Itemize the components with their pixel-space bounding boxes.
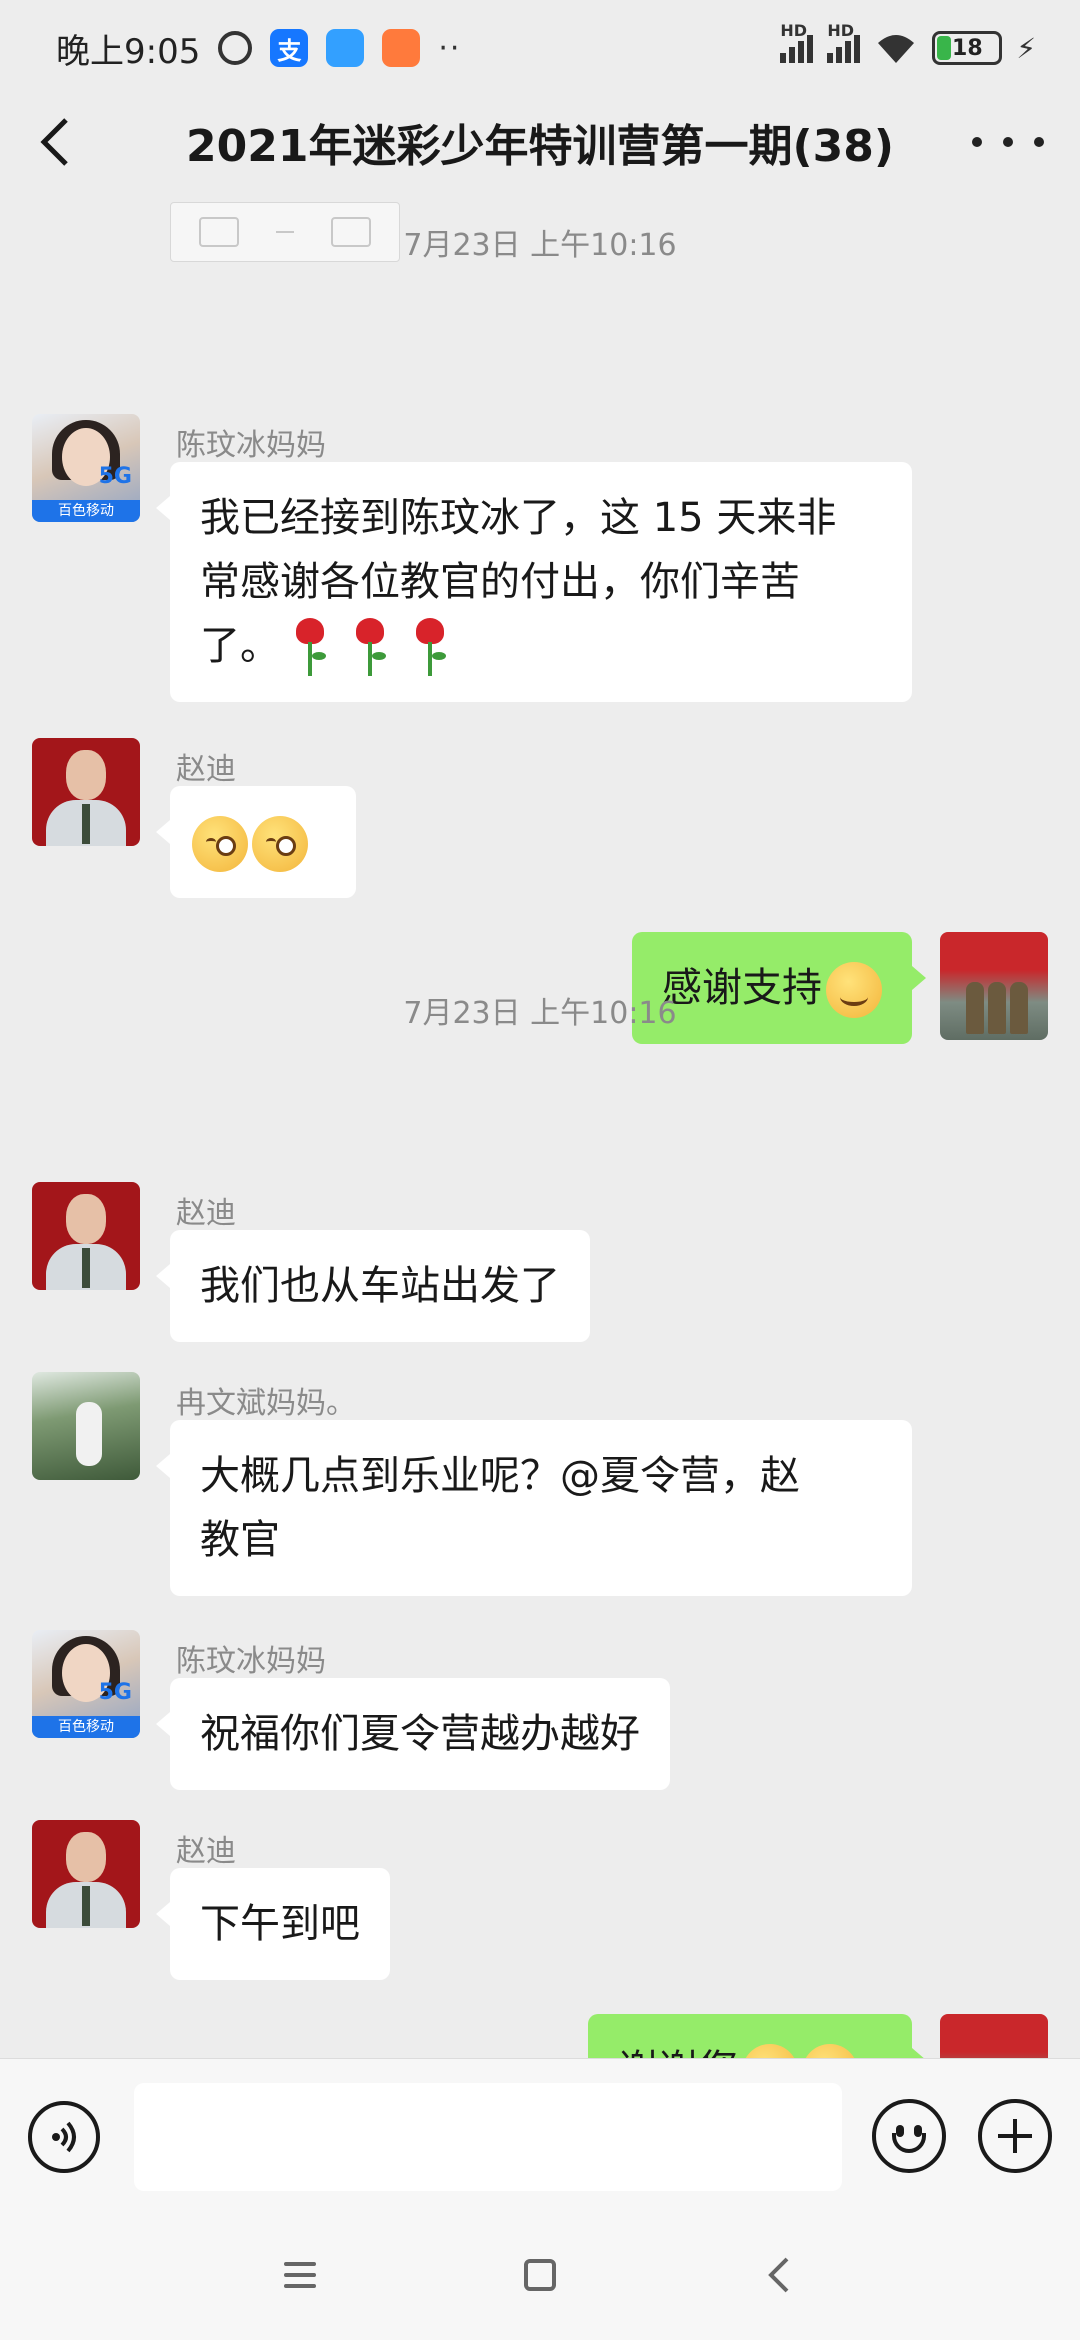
chat-header: 2021年迷彩少年特训营第一期(38) (0, 96, 1080, 188)
self-message-bubble[interactable]: 谢谢您 (588, 2014, 926, 2058)
message-bubble[interactable]: 大概几点到乐业呢？@夏令营，赵 教官 (156, 1420, 912, 1596)
message-input[interactable] (134, 2083, 842, 2191)
battery-level: 18 (952, 35, 983, 61)
alipay-icon: 支 (270, 29, 309, 67)
sender-name: 冉文斌妈妈。 (176, 1386, 356, 1421)
clock-icon (218, 31, 253, 65)
voice-icon[interactable] (28, 2101, 100, 2173)
taobao-icon (382, 29, 421, 67)
sender-name: 赵迪 (176, 1196, 236, 1231)
input-bar (0, 2058, 1080, 2210)
system-navigation-bar (0, 2210, 1080, 2340)
message-bubble[interactable]: 下午到吧 (156, 1868, 390, 1980)
menu-icon[interactable] (270, 2245, 330, 2305)
home-icon[interactable] (510, 2245, 570, 2305)
message-bubble[interactable]: 我已经接到陈玟冰了，这 15 天来非 常感谢各位教官的付出，你们辛苦 了。 (156, 462, 912, 702)
smile-emoji-icon (802, 2044, 858, 2058)
message-bubble[interactable] (156, 786, 356, 898)
snicker-emoji-icon (252, 816, 308, 872)
wifi-icon (874, 31, 918, 65)
rose-emoji-icon (410, 618, 450, 678)
message-bubble[interactable]: 我们也从车站出发了 (156, 1230, 590, 1342)
timestamp: 7月23日 上午10:16 (403, 228, 677, 263)
message-text: 谢谢您 (618, 2047, 738, 2058)
plus-icon[interactable] (978, 2099, 1052, 2173)
smile-emoji-icon (742, 2044, 798, 2058)
signal-hd-label: HD (780, 21, 807, 40)
message-text: 常感谢各位教官的付出，你们辛苦 (200, 559, 800, 605)
status-time: 晚上9:05 (56, 31, 201, 72)
app-icon (326, 29, 365, 67)
avatar-5g-label: 5G (98, 1680, 132, 1705)
timestamp: 7月23日 上午10:16 (403, 996, 677, 1031)
self-avatar[interactable] (940, 2014, 1048, 2058)
message-bubble[interactable]: 祝福你们夏令营越办越好 (156, 1678, 670, 1790)
rose-emoji-icon (290, 618, 330, 678)
charging-icon: ⚡ (1016, 31, 1036, 65)
snicker-emoji-icon (192, 816, 248, 872)
message-text: 祝福你们夏令营越办越好 (200, 1711, 640, 1757)
sender-name: 陈玟冰妈妈 (176, 1644, 326, 1679)
message-text: 大概几点到乐业呢？@夏令营，赵 (200, 1453, 800, 1499)
sender-name: 陈玟冰妈妈 (176, 428, 326, 463)
sender-name: 赵迪 (176, 1834, 236, 1869)
battery-icon: 18 (932, 31, 1003, 65)
avatar[interactable] (32, 1372, 140, 1480)
chat-message-list[interactable]: 7月23日 上午10:16 5G 百色移动 陈玟冰妈妈 我已经接到陈玟冰了，这 … (0, 188, 1080, 2058)
rose-emoji-icon (350, 618, 390, 678)
message-text: 我们也从车站出发了 (200, 1263, 560, 1309)
back-icon[interactable] (36, 116, 76, 168)
avatar[interactable]: 5G 百色移动 (32, 1630, 140, 1738)
message-text: 我已经接到陈玟冰了，这 15 天来非 (200, 495, 837, 541)
message-text: 了。 (200, 623, 280, 669)
status-bar: 晚上9:05 支 ·· HD HD 18 ⚡ (0, 0, 1080, 96)
avatar-badge: 百色移动 (32, 1716, 140, 1738)
signal-hd-label: HD (827, 21, 854, 40)
page-title: 2021年迷彩少年特训营第一期(38) (186, 121, 894, 172)
emoji-icon[interactable] (872, 2099, 946, 2173)
avatar[interactable] (32, 738, 140, 846)
signal-icon: HD (827, 21, 861, 63)
more-icon[interactable] (972, 118, 1044, 166)
more-notifications-dots: ·· (438, 30, 462, 66)
sender-name: 赵迪 (176, 752, 236, 787)
avatar[interactable] (32, 1182, 140, 1290)
status-notification-icons: 支 ·· (218, 29, 461, 67)
signal-icon: HD (780, 21, 814, 63)
message-text: 教官 (200, 1517, 280, 1563)
avatar[interactable]: 5G 百色移动 (32, 414, 140, 522)
avatar[interactable] (32, 1820, 140, 1928)
avatar-badge: 百色移动 (32, 500, 140, 522)
message-text: 下午到吧 (200, 1901, 360, 1947)
status-right: HD HD 18 ⚡ (780, 21, 1036, 65)
avatar-5g-label: 5G (98, 464, 132, 489)
nav-back-icon[interactable] (750, 2245, 810, 2305)
